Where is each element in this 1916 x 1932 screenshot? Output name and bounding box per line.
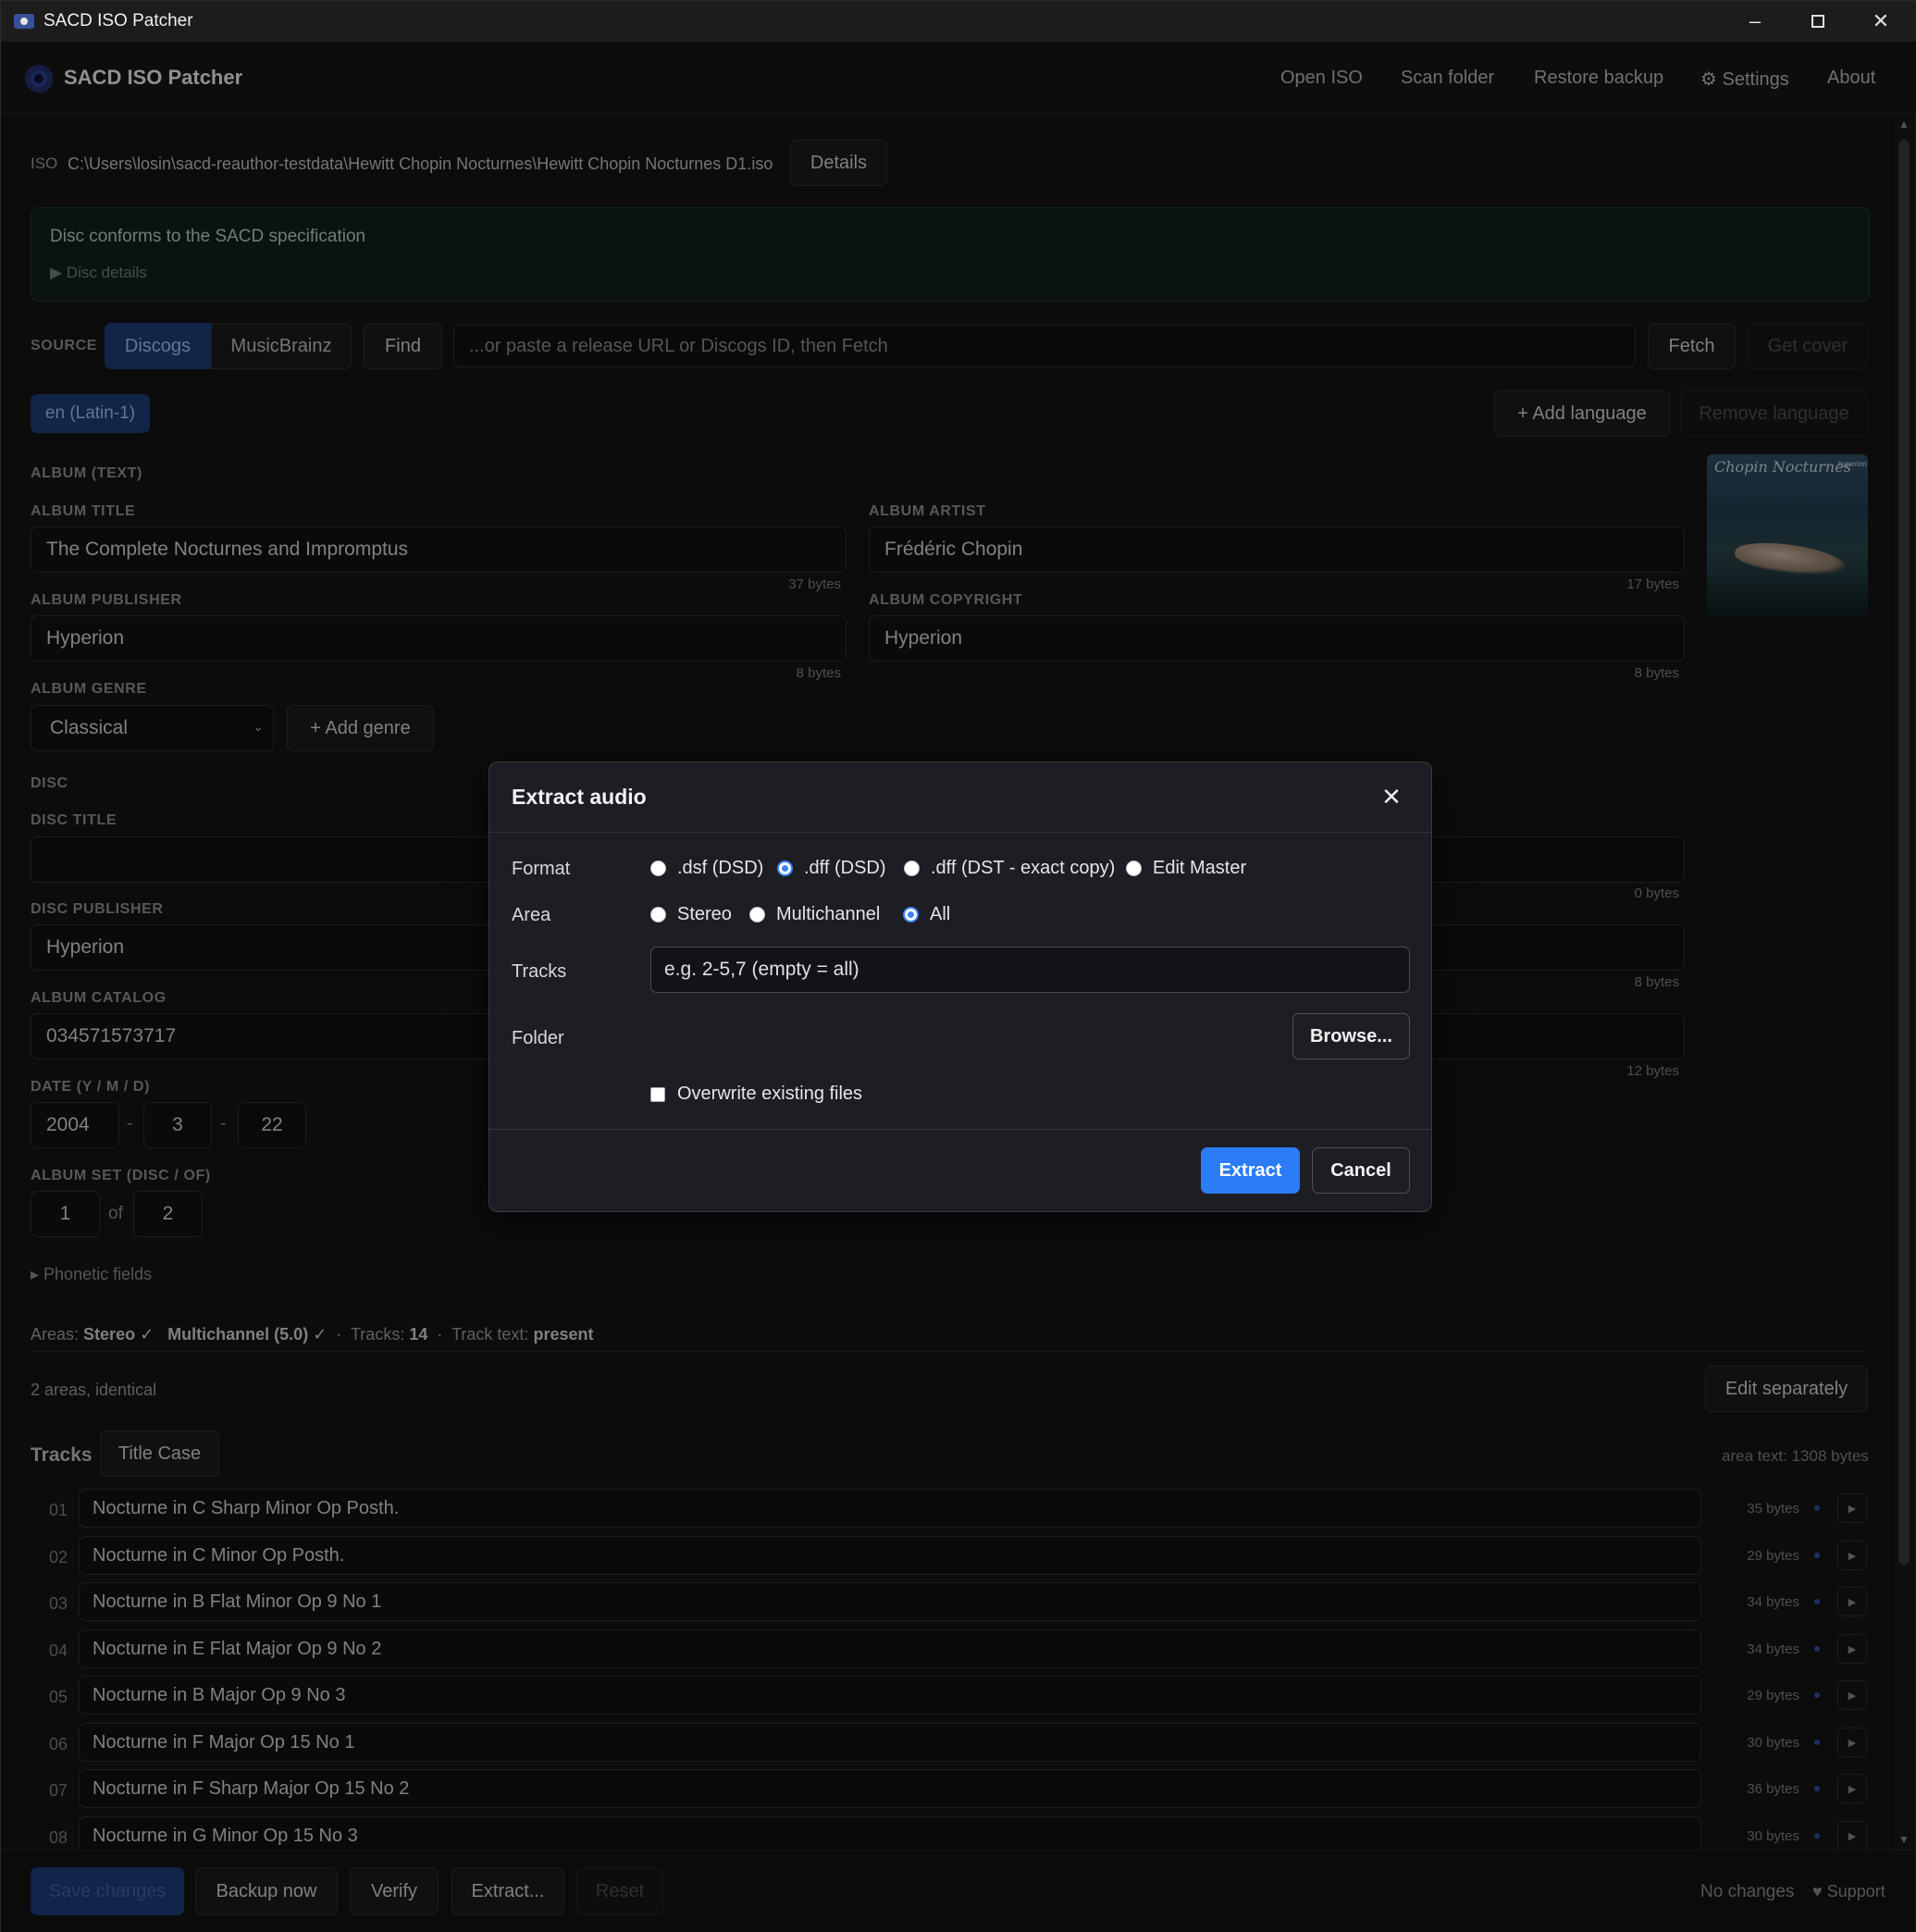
- tracks-label: Tracks: [512, 961, 567, 982]
- minimize-button[interactable]: –: [1724, 1, 1786, 42]
- area-multichannel-label: Multichannel: [776, 904, 881, 924]
- minimize-icon: –: [1749, 9, 1761, 32]
- app-window: SACD ISO Patcher – ✕ SACD ISO Patcher Op…: [0, 0, 1916, 1932]
- area-multichannel-radio[interactable]: Multichannel: [749, 904, 880, 925]
- folder-label: Folder: [512, 1028, 564, 1048]
- area-all-label: All: [930, 904, 951, 924]
- format-dst-label: .dff (DST - exact copy): [931, 858, 1116, 878]
- radio-icon: [1126, 861, 1142, 876]
- format-label: Format: [512, 859, 571, 879]
- format-dff-label: .dff (DSD): [804, 858, 886, 878]
- dialog-title: Extract audio: [512, 785, 647, 809]
- tracks-input[interactable]: e.g. 2-5,7 (empty = all): [650, 947, 1410, 993]
- close-icon: ✕: [1872, 9, 1890, 32]
- format-edit-master-label: Edit Master: [1153, 858, 1247, 878]
- extract-button[interactable]: Extract: [1201, 1147, 1300, 1194]
- overwrite-checkbox[interactable]: Overwrite existing files: [650, 1084, 862, 1105]
- maximize-button[interactable]: [1786, 1, 1849, 42]
- close-icon: ✕: [1381, 782, 1402, 811]
- radio-icon: [650, 861, 666, 876]
- dialog-header-divider: [489, 832, 1431, 833]
- extract-audio-dialog: Extract audio ✕ Format .dsf (DSD) .dff (…: [488, 762, 1432, 1212]
- area-stereo-radio[interactable]: Stereo: [650, 904, 732, 925]
- radio-icon: [904, 861, 920, 876]
- dialog-close-button[interactable]: ✕: [1378, 783, 1405, 811]
- maximize-icon: [1811, 15, 1824, 28]
- format-dsf-label: .dsf (DSD): [677, 858, 764, 878]
- format-dsf-radio[interactable]: .dsf (DSD): [650, 858, 763, 879]
- browse-button[interactable]: Browse...: [1292, 1013, 1410, 1059]
- close-window-button[interactable]: ✕: [1849, 1, 1912, 42]
- checkbox-icon: [650, 1086, 665, 1102]
- app-icon: [14, 14, 34, 29]
- area-label: Area: [512, 905, 551, 925]
- cancel-button[interactable]: Cancel: [1312, 1147, 1410, 1194]
- radio-selected-icon: [777, 861, 793, 876]
- format-edit-master-radio[interactable]: Edit Master: [1126, 858, 1246, 879]
- window-title: SACD ISO Patcher: [43, 11, 193, 31]
- format-dst-radio[interactable]: .dff (DST - exact copy): [904, 858, 1115, 879]
- format-dff-radio[interactable]: .dff (DSD): [777, 858, 886, 879]
- radio-icon: [650, 907, 666, 923]
- radio-icon: [749, 907, 765, 923]
- overwrite-label: Overwrite existing files: [677, 1084, 863, 1104]
- dialog-footer-divider: [489, 1129, 1431, 1130]
- area-all-radio[interactable]: All: [903, 904, 950, 925]
- radio-selected-icon: [903, 907, 919, 923]
- area-stereo-label: Stereo: [677, 904, 732, 924]
- window-titlebar: SACD ISO Patcher – ✕: [1, 1, 1916, 42]
